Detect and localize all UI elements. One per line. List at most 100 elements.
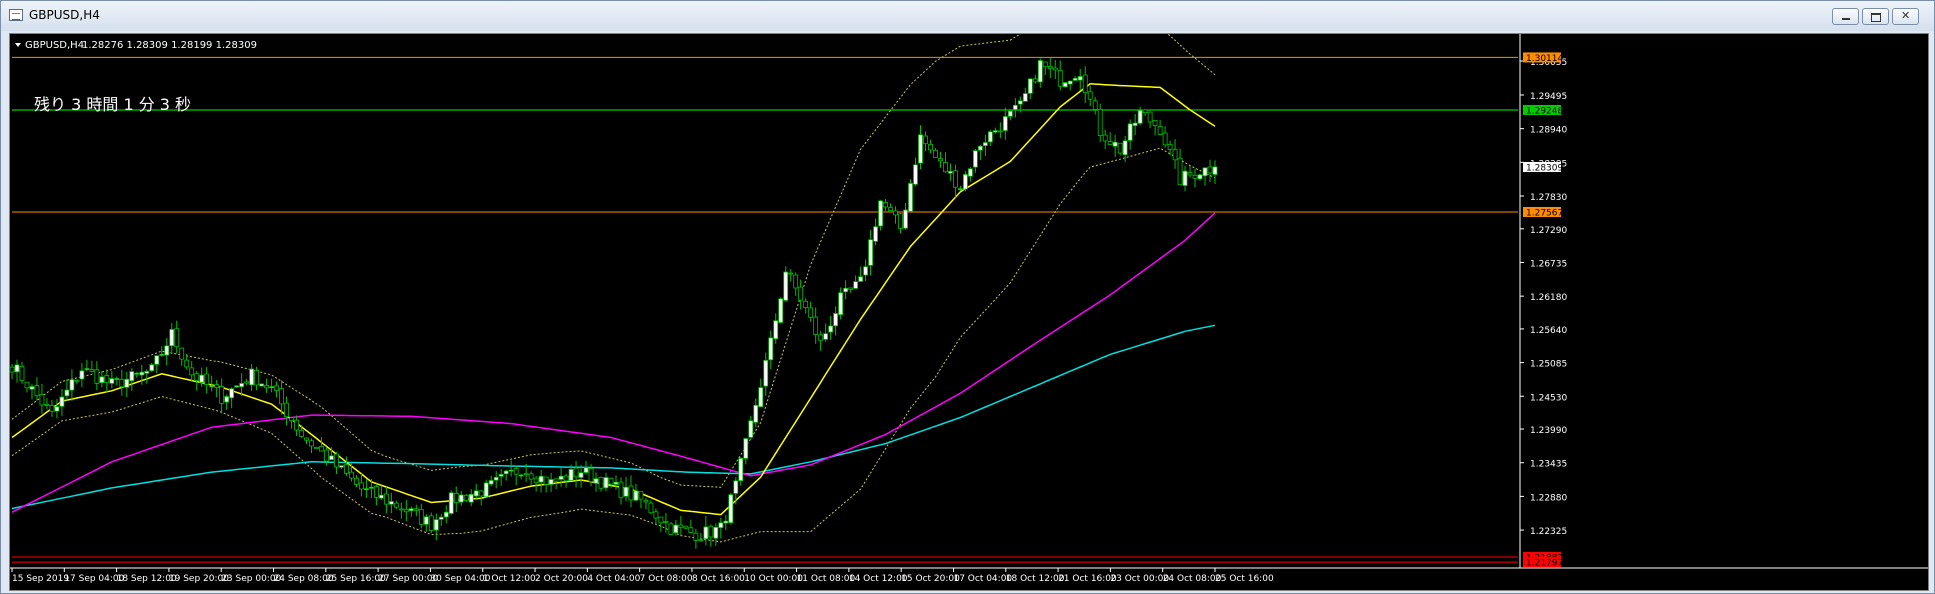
candle-body[interactable] [858, 276, 863, 282]
candle-body[interactable] [903, 209, 908, 229]
candle-body[interactable] [588, 468, 594, 482]
candle-body[interactable] [289, 417, 294, 422]
candle-body[interactable] [813, 316, 819, 335]
candle-body[interactable] [838, 292, 844, 316]
candle-body[interactable] [1142, 109, 1148, 114]
candle-body[interactable] [987, 131, 993, 143]
candle-body[interactable] [383, 493, 389, 505]
candle-body[interactable] [359, 482, 364, 490]
candle-body[interactable] [618, 481, 624, 499]
candle-body[interactable] [433, 519, 439, 531]
candle-body[interactable] [64, 389, 70, 397]
candle-body[interactable] [713, 526, 719, 539]
candle-body[interactable] [254, 369, 259, 386]
candle-body[interactable] [423, 516, 429, 525]
candle-body[interactable] [1037, 60, 1043, 83]
candle-body[interactable] [1132, 122, 1138, 126]
candle-body[interactable] [84, 368, 90, 370]
candle-body[interactable] [249, 368, 255, 386]
candle-body[interactable] [269, 386, 274, 388]
candle-body[interactable] [448, 492, 454, 514]
minimize-button[interactable] [1832, 8, 1859, 25]
candle-body[interactable] [473, 490, 479, 497]
candle-body[interactable] [1207, 166, 1213, 174]
candle-body[interactable] [1137, 109, 1143, 124]
candle-body[interactable] [578, 472, 584, 478]
candle-body[interactable] [234, 385, 240, 388]
candle-body[interactable] [773, 320, 779, 340]
candle-body[interactable] [354, 477, 359, 485]
candle-body[interactable] [808, 307, 814, 318]
candle-body[interactable] [373, 486, 379, 498]
candle-body[interactable] [324, 449, 329, 462]
candle-body[interactable] [1157, 126, 1163, 135]
candle-body[interactable] [69, 379, 75, 391]
candle-body[interactable] [972, 150, 978, 168]
candle-body[interactable] [339, 465, 344, 468]
candle-body[interactable] [503, 470, 509, 475]
candle-body[interactable] [29, 386, 35, 390]
bollinger-upper-band[interactable] [11, 34, 1216, 488]
candle-body[interactable] [119, 379, 125, 388]
candle-body[interactable] [284, 402, 289, 418]
candle-body[interactable] [109, 378, 115, 384]
candle-body[interactable] [1167, 144, 1173, 150]
candle-body[interactable] [139, 371, 145, 376]
candle-body[interactable] [299, 430, 304, 437]
restore-button[interactable] [1862, 8, 1889, 25]
candle-body[interactable] [938, 158, 943, 162]
candle-body[interactable] [763, 359, 769, 387]
candle-body[interactable] [1127, 123, 1133, 141]
candle-body[interactable] [413, 508, 419, 511]
candle-body[interactable] [1197, 174, 1203, 180]
candle-body[interactable] [963, 174, 968, 190]
candle-body[interactable] [518, 474, 524, 477]
candle-body[interactable] [848, 287, 854, 290]
candle-body[interactable] [958, 188, 963, 191]
candle-body[interactable] [1087, 91, 1093, 100]
candle-body[interactable] [977, 145, 983, 151]
candle-body[interactable] [688, 527, 694, 533]
candle-body[interactable] [928, 144, 933, 151]
candle-body[interactable] [1182, 170, 1188, 186]
candle-body[interactable] [933, 149, 938, 158]
candle-body[interactable] [843, 287, 849, 293]
candle-body[interactable] [668, 523, 674, 535]
candle-body[interactable] [314, 447, 319, 449]
candle-body[interactable] [1147, 111, 1153, 123]
candle-body[interactable] [244, 381, 250, 384]
candle-body[interactable] [438, 516, 444, 520]
candle-body[interactable] [199, 374, 205, 383]
candle-body[interactable] [628, 485, 634, 501]
candle-body[interactable] [1102, 134, 1108, 142]
candle-body[interactable] [798, 286, 804, 301]
candle-body[interactable] [349, 471, 354, 479]
candle-body[interactable] [294, 419, 299, 431]
candle-body[interactable] [1012, 104, 1018, 110]
candle-body[interactable] [1022, 93, 1028, 102]
candle-body[interactable] [613, 481, 619, 485]
candle-body[interactable] [723, 520, 729, 524]
candle-body[interactable] [663, 520, 669, 523]
candle-body[interactable] [593, 478, 599, 484]
candle-body[interactable] [538, 475, 544, 483]
candle-body[interactable] [778, 298, 784, 323]
candle-body[interactable] [1072, 77, 1078, 81]
candle-body[interactable] [34, 385, 40, 397]
candle-body[interactable] [563, 475, 569, 482]
candle-body[interactable] [543, 476, 549, 485]
candle-body[interactable] [1177, 157, 1183, 186]
candle-body[interactable] [573, 467, 579, 478]
candle-body[interactable] [853, 281, 858, 289]
candle-body[interactable] [1107, 141, 1113, 145]
candle-body[interactable] [523, 473, 529, 476]
candle-body[interactable] [329, 455, 334, 461]
candle-body[interactable] [753, 404, 759, 423]
candle-body[interactable] [154, 355, 160, 365]
candle-body[interactable] [893, 210, 898, 216]
candle-body[interactable] [1062, 82, 1068, 88]
candle-body[interactable] [24, 381, 30, 389]
candle-body[interactable] [898, 213, 903, 229]
candle-body[interactable] [803, 300, 809, 308]
candle-body[interactable] [1067, 80, 1073, 85]
